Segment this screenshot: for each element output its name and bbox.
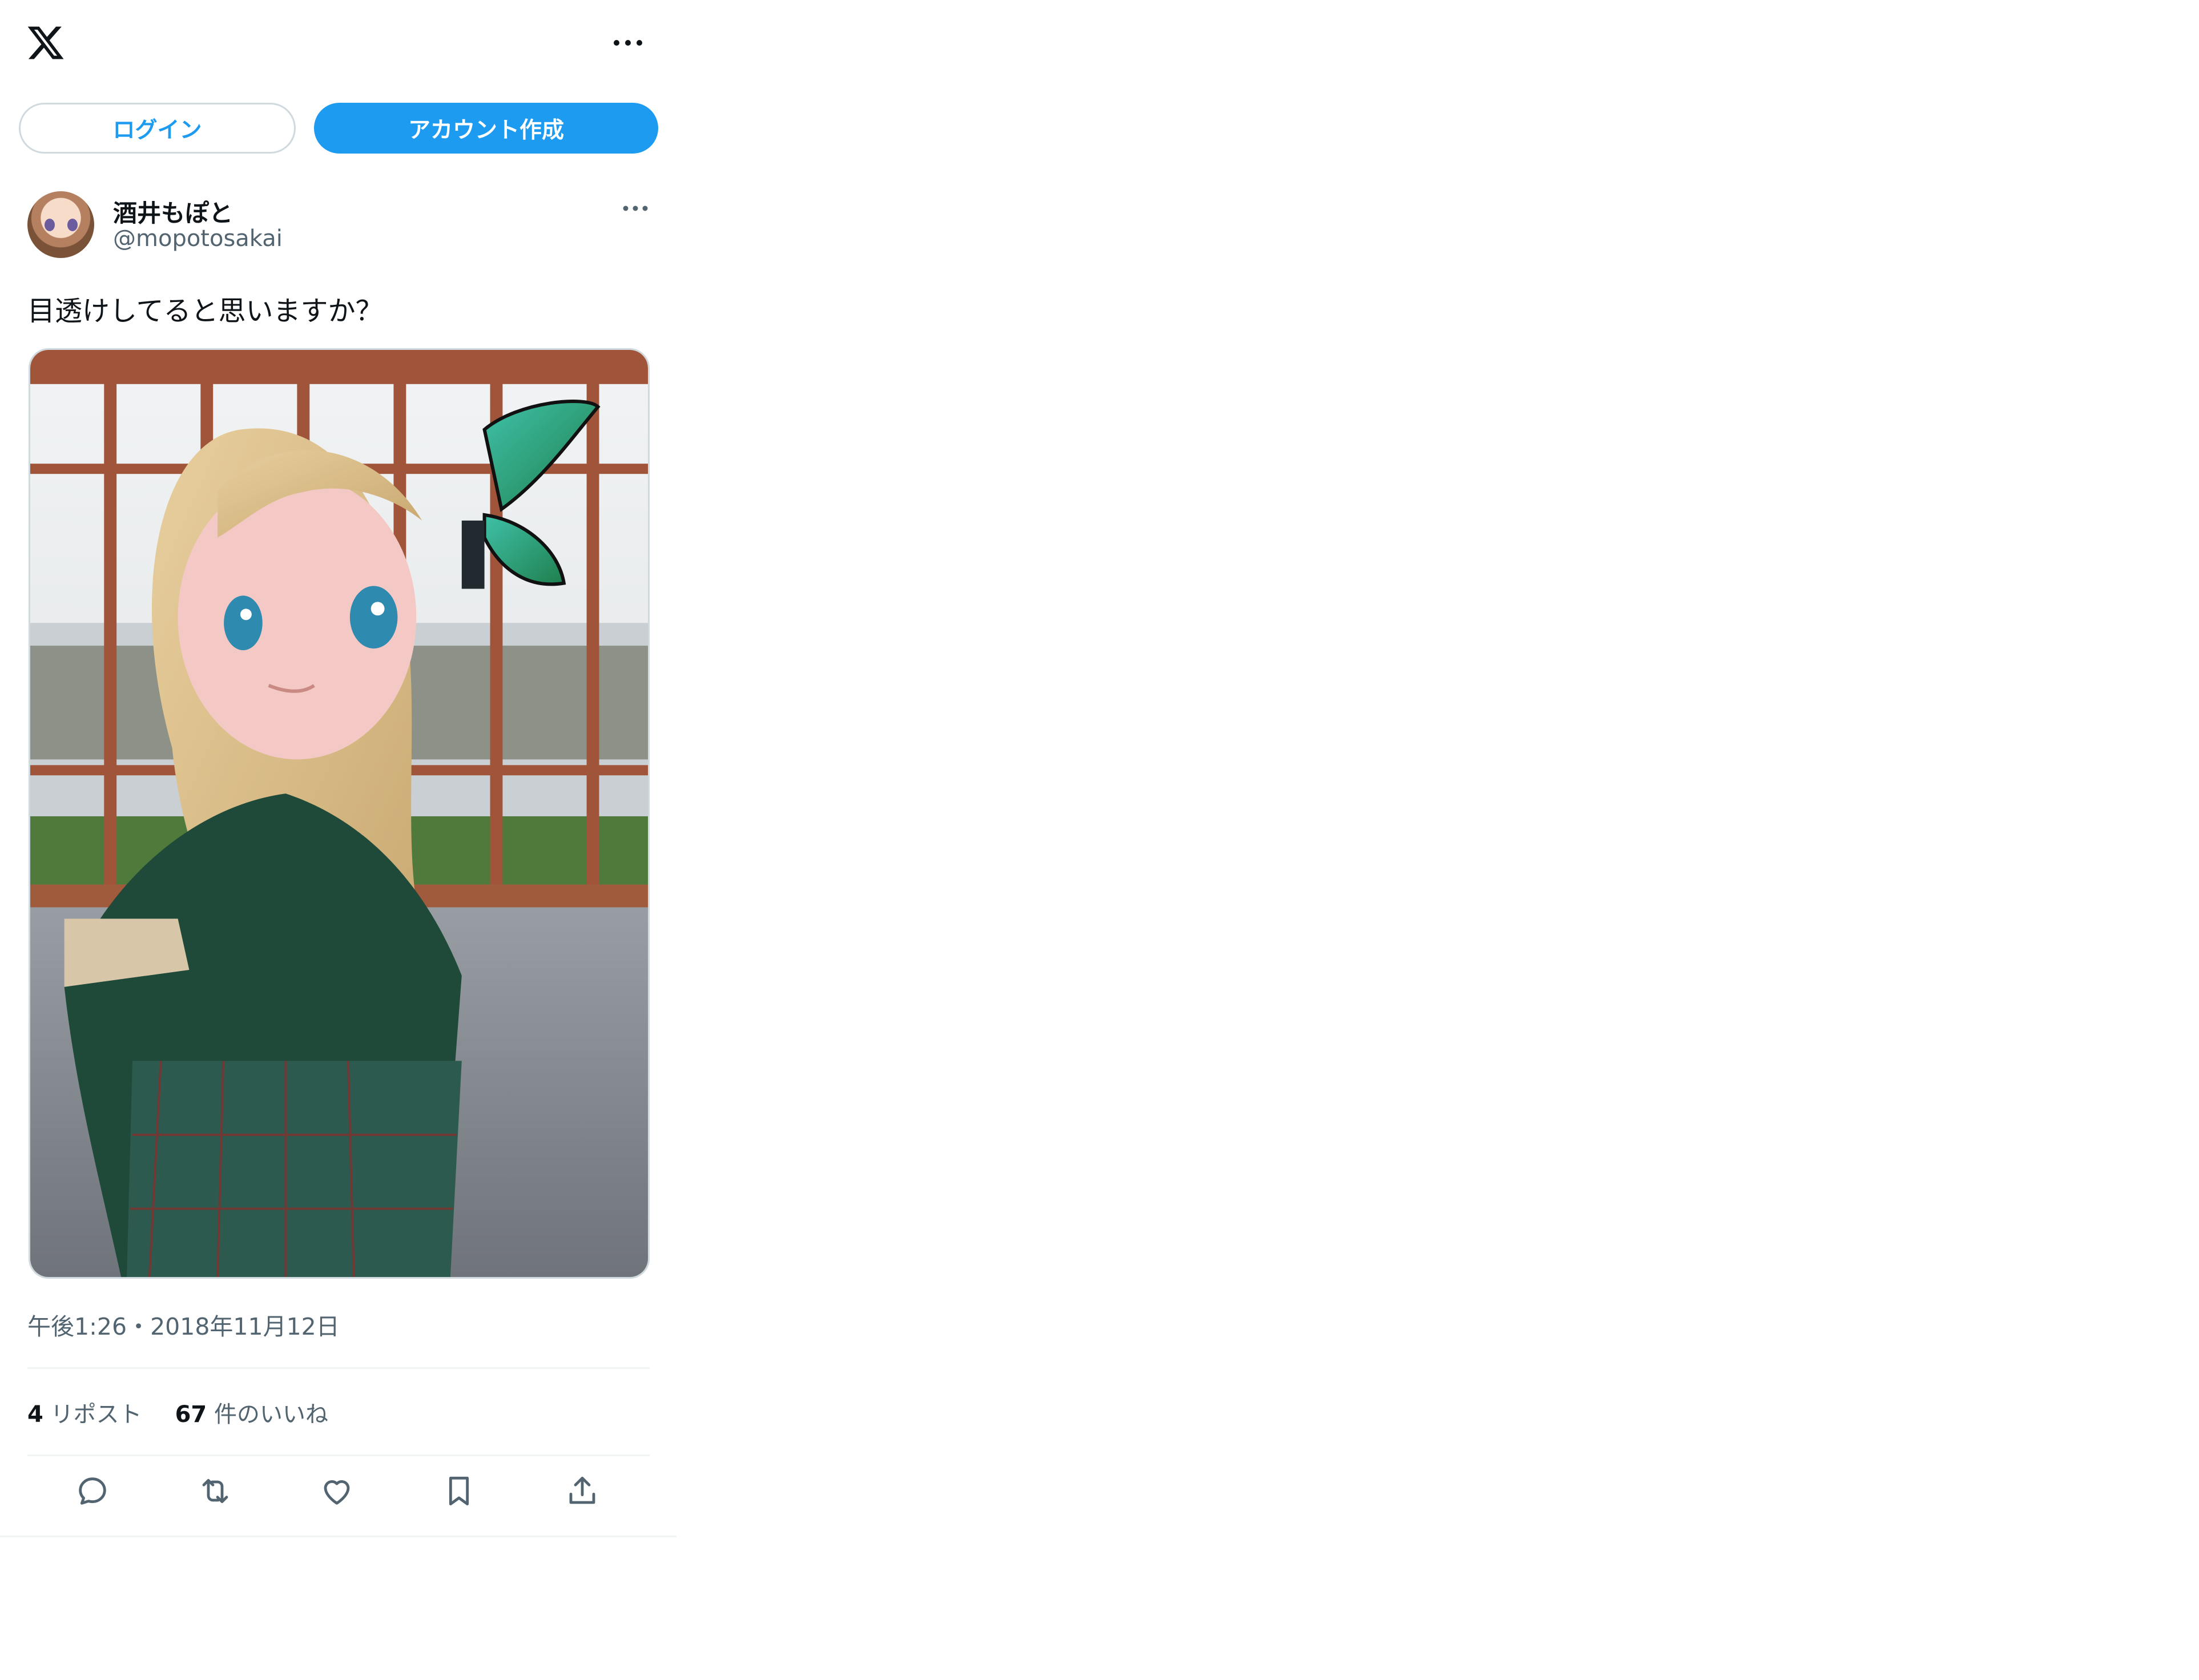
tweet-timestamp[interactable]: 午後1:26・2018年11月12日 (27, 1307, 340, 1341)
auth-buttons: ログイン アカウント作成 (0, 103, 676, 157)
tweet-photo[interactable] (29, 348, 650, 1279)
like-label[interactable]: 件のいいね (214, 1401, 328, 1428)
tweet-page: ログイン アカウント作成 酒井もぽと @mopotosakai 目透けしてると思… (0, 0, 676, 1537)
tweet-more-icon[interactable] (621, 200, 650, 217)
avatar[interactable] (27, 191, 94, 258)
retweet-icon[interactable] (197, 1473, 237, 1513)
avatar-eye (45, 219, 55, 231)
retweet-label[interactable]: リポスト (51, 1401, 142, 1428)
retweet-count[interactable]: 4 (27, 1401, 43, 1428)
top-bar (0, 0, 676, 86)
avatar-eye (67, 219, 78, 231)
author-handle[interactable]: @mopotosakai (113, 225, 283, 252)
signup-button[interactable]: アカウント作成 (314, 103, 658, 154)
share-icon[interactable] (564, 1473, 604, 1513)
tweet-actions (27, 1473, 650, 1518)
x-logo-icon[interactable] (26, 23, 66, 63)
like-count[interactable]: 67 (175, 1401, 207, 1428)
login-button[interactable]: ログイン (19, 103, 296, 154)
divider (27, 1367, 650, 1369)
tweet-stats: 4 リポスト 67 件のいいね (27, 1396, 328, 1429)
bookmark-icon[interactable] (441, 1473, 481, 1513)
tweet-text: 目透けしてると思いますか？ (27, 295, 383, 327)
author-display-name[interactable]: 酒井もぽと (113, 194, 233, 229)
reply-icon[interactable] (74, 1473, 114, 1513)
tweet-author: 酒井もぽと @mopotosakai (27, 191, 655, 265)
like-icon[interactable] (319, 1473, 359, 1513)
divider (27, 1455, 650, 1456)
more-horizontal-icon[interactable] (611, 31, 645, 54)
